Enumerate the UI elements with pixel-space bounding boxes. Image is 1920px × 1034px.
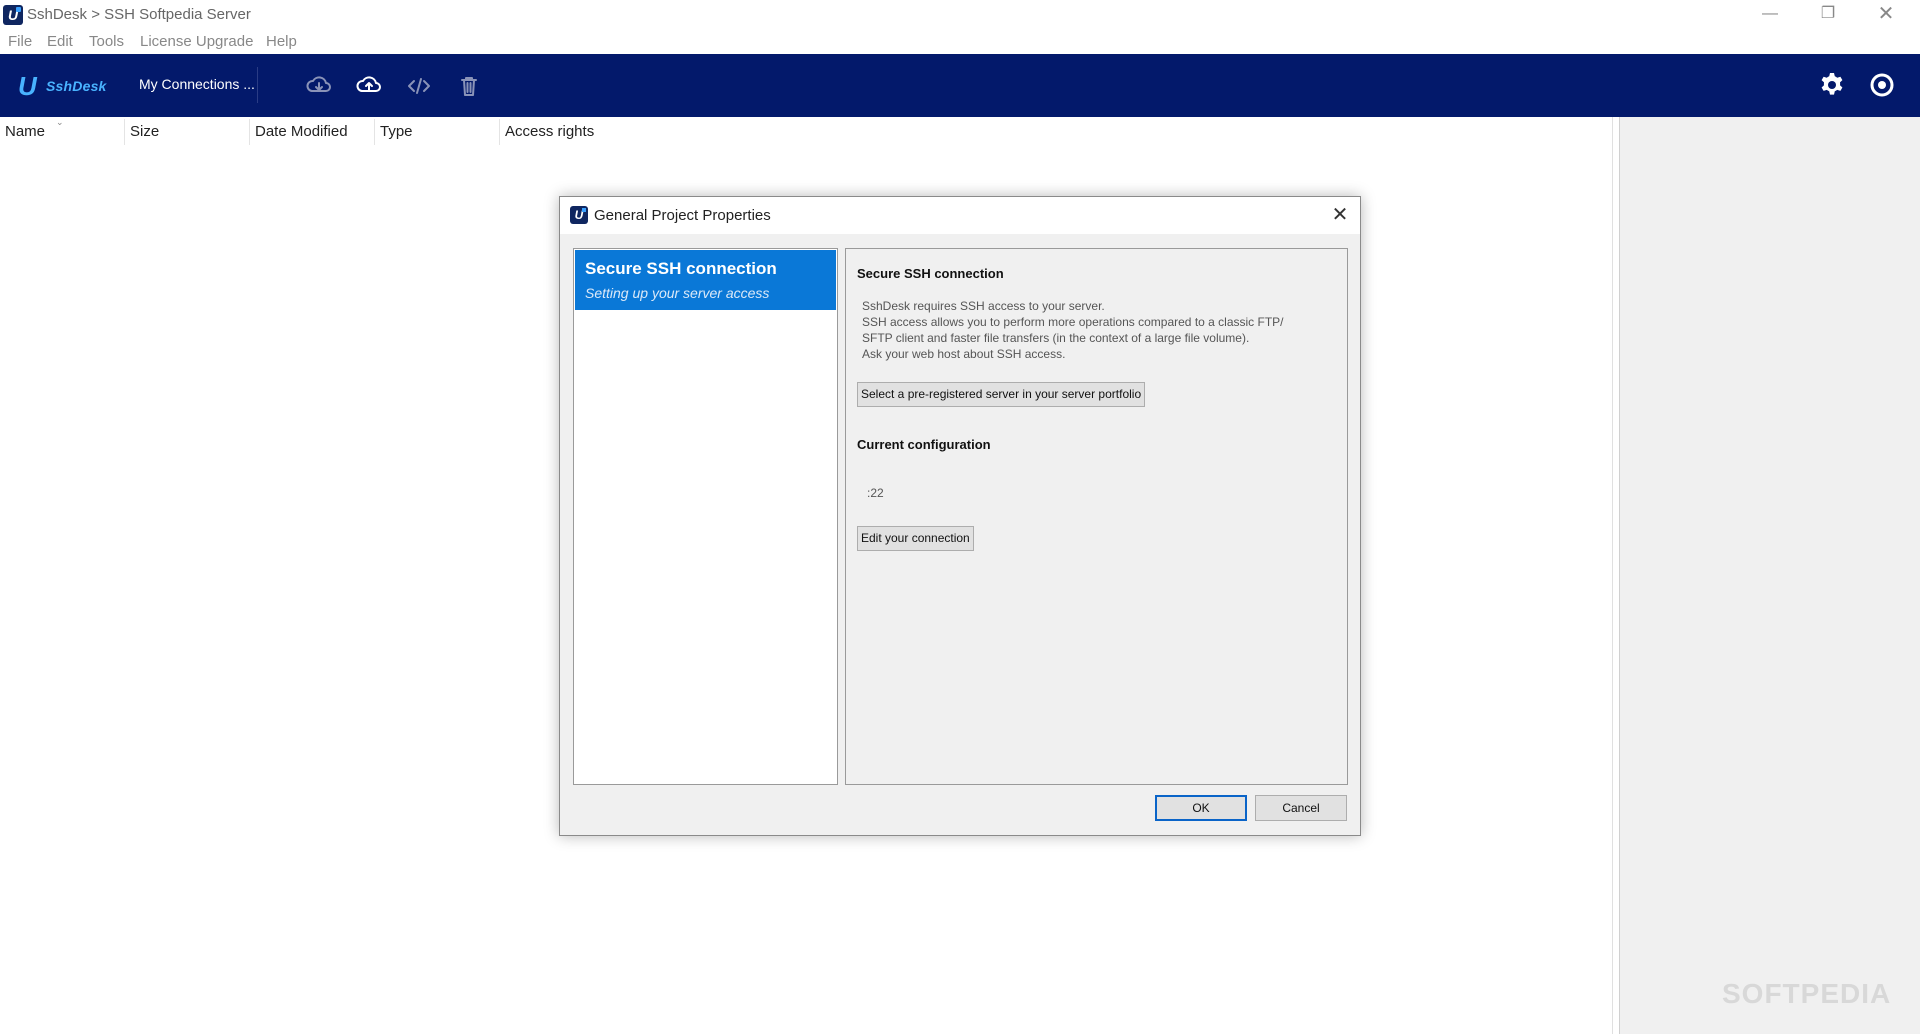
- column-size[interactable]: Size: [125, 117, 249, 147]
- my-connections-button[interactable]: My Connections ...: [139, 76, 255, 92]
- minimize-button[interactable]: —: [1741, 0, 1799, 30]
- cancel-button[interactable]: Cancel: [1255, 795, 1347, 821]
- general-project-properties-dialog: U General Project Properties ✕ Secure SS…: [559, 196, 1361, 836]
- column-type[interactable]: Type: [375, 117, 499, 147]
- nav-item-title: Secure SSH connection: [585, 259, 777, 278]
- cloud-download-icon[interactable]: [305, 72, 333, 100]
- description-line: SSH access allows you to perform more op…: [862, 315, 1284, 329]
- properties-nav-list: Secure SSH connection Setting up your se…: [573, 248, 838, 785]
- ssh-description: SshDesk requires SSH access to your serv…: [862, 298, 1332, 362]
- menu-license-upgrade[interactable]: License Upgrade: [140, 33, 253, 50]
- right-side-panel: [1619, 117, 1920, 1034]
- dialog-title: General Project Properties: [594, 207, 771, 224]
- edit-connection-button[interactable]: Edit your connection: [857, 526, 974, 551]
- current-config-value: :22: [867, 486, 884, 500]
- dialog-titlebar: U General Project Properties ✕: [560, 197, 1360, 234]
- code-icon[interactable]: [405, 72, 433, 100]
- dialog-app-icon: U: [570, 206, 588, 224]
- menu-file[interactable]: File: [8, 33, 32, 50]
- column-name[interactable]: Name: [0, 117, 124, 147]
- close-window-button[interactable]: ✕: [1857, 0, 1915, 30]
- description-line: Ask your web host about SSH access.: [862, 347, 1066, 361]
- brand-mark-icon: U: [18, 71, 37, 101]
- nav-item-secure-ssh-connection[interactable]: Secure SSH connection Setting up your se…: [575, 250, 836, 310]
- softpedia-watermark: SOFTPEDIA: [1722, 978, 1892, 1009]
- app-icon: U: [3, 5, 23, 25]
- menu-bar: File Edit Tools License Upgrade Help: [0, 30, 1920, 54]
- section-heading-configuration: Current configuration: [857, 437, 991, 452]
- main-toolbar: U SshDesk My Connections ...: [0, 54, 1920, 117]
- ok-button[interactable]: OK: [1155, 795, 1247, 821]
- window-titlebar: U SshDesk > SSH Softpedia Server — ❐ ✕: [0, 0, 1920, 30]
- toolbar-separator: [257, 67, 258, 103]
- column-date-modified[interactable]: Date Modified: [250, 117, 374, 147]
- cloud-upload-icon[interactable]: [355, 72, 383, 100]
- menu-edit[interactable]: Edit: [47, 33, 73, 50]
- description-line: SshDesk requires SSH access to your serv…: [862, 299, 1105, 313]
- dialog-close-button[interactable]: ✕: [1326, 202, 1354, 228]
- description-line: SFTP client and faster file transfers (i…: [862, 331, 1250, 345]
- nav-item-subtitle: Setting up your server access: [585, 285, 770, 301]
- trash-icon[interactable]: [455, 72, 483, 100]
- power-icon[interactable]: [1867, 70, 1897, 100]
- pane-divider[interactable]: [1612, 117, 1613, 1034]
- brand-name: SshDesk: [46, 78, 107, 94]
- gear-icon[interactable]: [1817, 70, 1847, 100]
- column-access-rights[interactable]: Access rights: [500, 117, 700, 147]
- select-server-button[interactable]: Select a pre-registered server in your s…: [857, 382, 1146, 407]
- window-title: SshDesk > SSH Softpedia Server: [27, 6, 251, 23]
- menu-tools[interactable]: Tools: [89, 33, 124, 50]
- brand-logo: U SshDesk: [18, 72, 118, 100]
- menu-help[interactable]: Help: [266, 33, 297, 50]
- properties-content-panel: Secure SSH connection SshDesk requires S…: [845, 248, 1348, 785]
- section-heading-ssh: Secure SSH connection: [857, 266, 1004, 281]
- maximize-button[interactable]: ❐: [1799, 0, 1857, 30]
